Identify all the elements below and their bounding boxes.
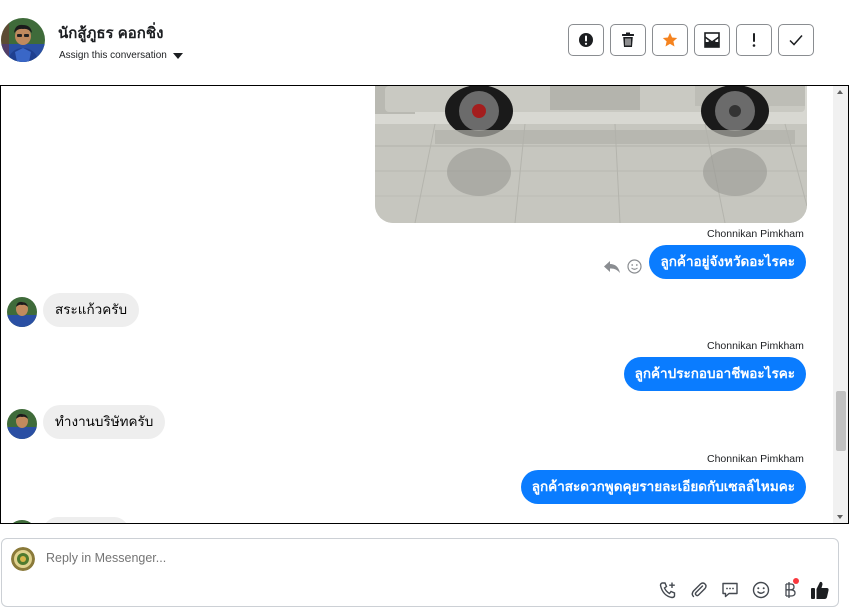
conversation-actions <box>568 24 814 56</box>
payment-button[interactable] <box>783 578 799 599</box>
assign-label: Assign this conversation <box>59 50 167 61</box>
reply-composer <box>1 538 839 607</box>
page-avatar <box>11 547 35 571</box>
scroll-down-arrow-icon[interactable] <box>837 515 843 519</box>
star-button[interactable] <box>652 24 688 56</box>
contact-avatar[interactable] <box>1 18 45 62</box>
check-icon <box>789 35 803 46</box>
incoming-message-partial <box>43 517 129 523</box>
notification-dot <box>793 578 799 584</box>
exclamation-circle-icon <box>579 33 593 47</box>
message-actions <box>603 259 642 274</box>
composer-tools <box>659 578 830 600</box>
caret-down-icon <box>172 52 183 59</box>
mark-unread-button[interactable] <box>694 24 730 56</box>
emoji-react-icon[interactable] <box>627 259 642 274</box>
contact-avatar-small <box>7 297 37 327</box>
emoji-icon[interactable] <box>752 581 770 599</box>
assign-conversation-dropdown[interactable]: Assign this conversation <box>59 50 183 61</box>
sender-name: Chonnikan Pimkham <box>707 340 804 352</box>
sender-name: Chonnikan Pimkham <box>707 453 804 465</box>
incoming-message[interactable]: ทำงานบริษัทครับ <box>43 405 166 439</box>
contact-avatar-small <box>7 409 37 439</box>
scroll-thumb[interactable] <box>836 391 846 451</box>
thread-scrollbar[interactable] <box>833 86 848 523</box>
outgoing-message[interactable]: ลูกค้าประกอบอาชีพอะไรคะ <box>623 357 806 391</box>
conversation-header: นักสู้ภูธร คอกชิ่ง Assign this conversat… <box>0 0 854 86</box>
reply-icon[interactable] <box>603 260 621 274</box>
contact-avatar-small <box>7 520 37 523</box>
done-button[interactable] <box>778 24 814 56</box>
exclamation-icon <box>752 33 756 47</box>
photo-attachment[interactable] <box>375 86 807 223</box>
follow-up-button[interactable] <box>736 24 772 56</box>
delete-button[interactable] <box>610 24 646 56</box>
message-thread[interactable]: Chonnikan Pimkham ลูกค้าอยู่จังหวัดอะไรค… <box>0 85 849 524</box>
spam-button[interactable] <box>568 24 604 56</box>
sender-name: Chonnikan Pimkham <box>707 228 804 240</box>
envelope-icon <box>704 32 720 48</box>
contact-name: นักสู้ภูธร คอกชิ่ง <box>58 25 164 42</box>
scroll-up-arrow-icon[interactable] <box>837 90 843 94</box>
reply-input[interactable] <box>46 551 646 565</box>
star-icon <box>662 32 678 47</box>
outgoing-message[interactable]: ลูกค้าสะดวกพูดคุยรายละเอียดกับเซลล์ไหมคะ <box>520 470 806 504</box>
saved-reply-icon[interactable] <box>721 581 739 599</box>
incoming-message[interactable]: สระแก้วครับ <box>43 293 140 327</box>
phone-add-icon[interactable] <box>659 581 677 599</box>
trash-icon <box>622 32 634 47</box>
thumbs-up-icon[interactable] <box>810 580 830 600</box>
paperclip-icon[interactable] <box>690 581 708 599</box>
outgoing-message[interactable]: ลูกค้าอยู่จังหวัดอะไรคะ <box>649 245 806 279</box>
